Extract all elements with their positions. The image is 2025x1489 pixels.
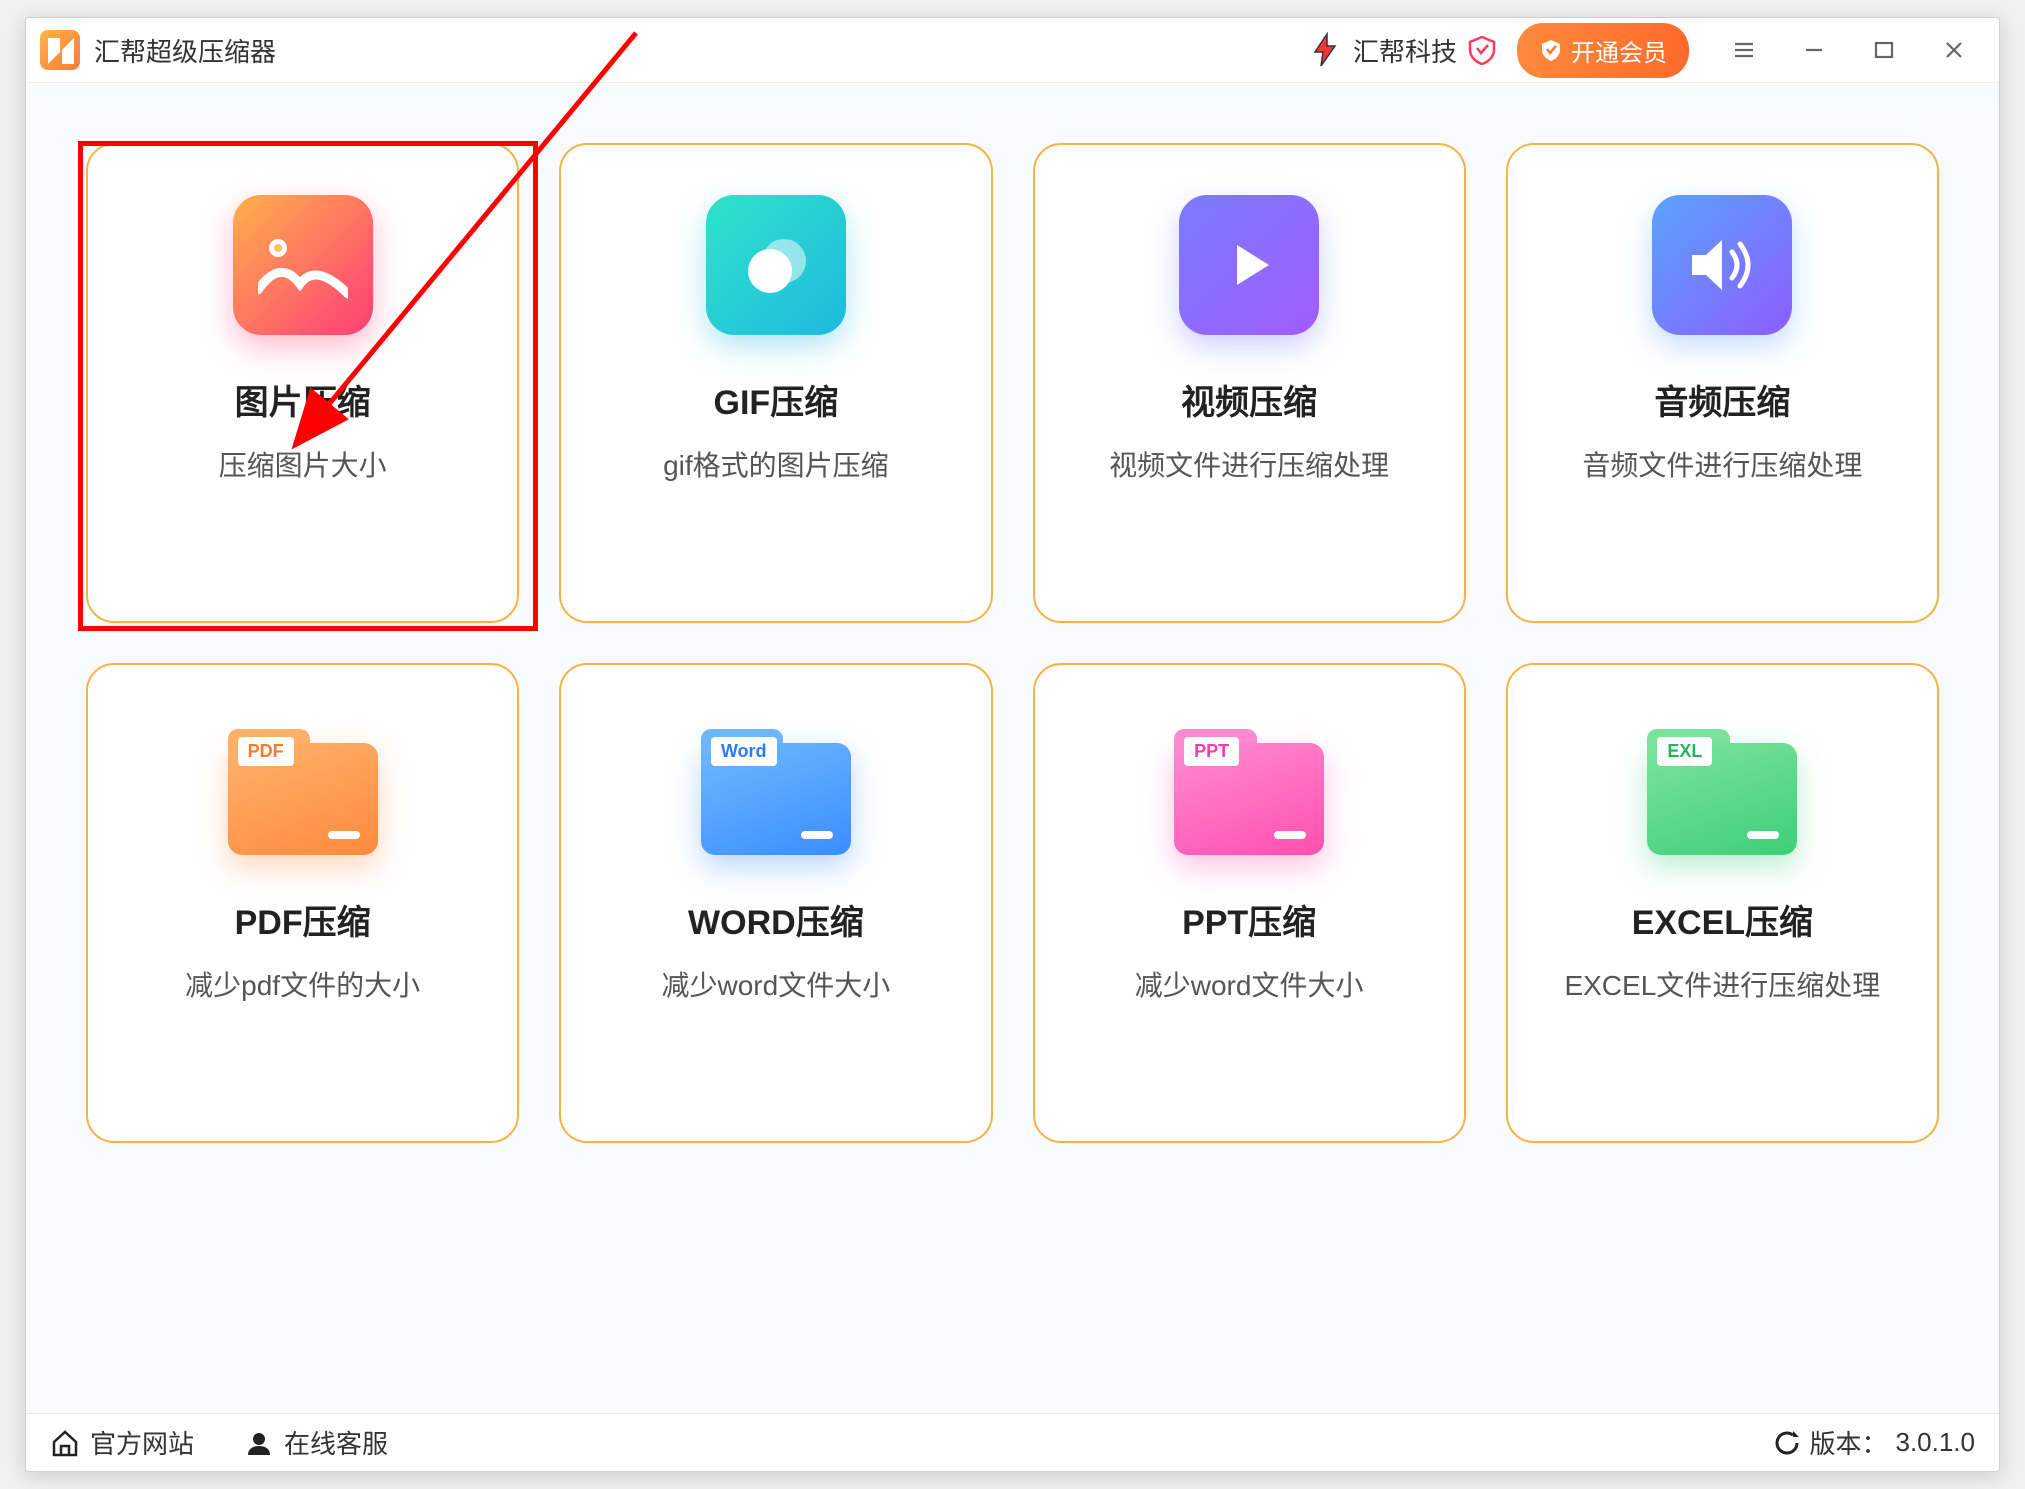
refresh-icon <box>1773 1429 1801 1457</box>
card-title: 图片压缩 <box>235 375 371 424</box>
pdf-folder-icon: PDF <box>228 715 378 855</box>
feature-cards-grid: 图片压缩 压缩图片大小 GIF压缩 gif格式的图片压缩 <box>86 143 1939 1143</box>
card-desc: 减少word文件大小 <box>1135 964 1364 1004</box>
headset-icon <box>244 1428 274 1458</box>
card-desc: gif格式的图片压缩 <box>663 444 889 484</box>
card-desc: 压缩图片大小 <box>219 444 387 484</box>
main-content: 图片压缩 压缩图片大小 GIF压缩 gif格式的图片压缩 <box>26 83 1999 1413</box>
card-title: PPT压缩 <box>1182 895 1316 944</box>
app-window: 汇帮超级压缩器 汇帮科技 开通会员 <box>25 17 2000 1472</box>
brand-text: 汇帮科技 <box>1353 32 1457 69</box>
lightning-icon <box>1307 32 1343 68</box>
titlebar: 汇帮超级压缩器 汇帮科技 开通会员 <box>26 18 1999 83</box>
minimize-button[interactable] <box>1779 25 1849 75</box>
card-audio-compress[interactable]: 音频压缩 音频文件进行压缩处理 <box>1506 143 1939 623</box>
card-excel-compress[interactable]: EXL EXCEL压缩 EXCEL文件进行压缩处理 <box>1506 663 1939 1143</box>
card-title: PDF压缩 <box>235 895 371 944</box>
close-button[interactable] <box>1919 25 1989 75</box>
version-value: 3.0.1.0 <box>1895 1427 1975 1458</box>
card-image-compress[interactable]: 图片压缩 压缩图片大小 <box>86 143 519 623</box>
ppt-folder-icon: PPT <box>1174 715 1324 855</box>
card-title: WORD压缩 <box>688 895 864 944</box>
play-icon <box>1179 195 1319 335</box>
support-label: 在线客服 <box>284 1424 388 1461</box>
menu-button[interactable] <box>1709 25 1779 75</box>
card-pdf-compress[interactable]: PDF PDF压缩 减少pdf文件的大小 <box>86 663 519 1143</box>
card-desc: 减少pdf文件的大小 <box>185 964 420 1004</box>
word-folder-icon: Word <box>701 715 851 855</box>
card-desc: 音频文件进行压缩处理 <box>1582 444 1862 484</box>
app-logo-icon <box>40 30 80 70</box>
card-title: GIF压缩 <box>714 375 839 424</box>
shield-icon <box>1467 35 1497 65</box>
app-title: 汇帮超级压缩器 <box>94 32 276 69</box>
card-desc: 减少word文件大小 <box>662 964 891 1004</box>
brand-area[interactable]: 汇帮科技 <box>1307 32 1497 69</box>
vip-button-label: 开通会员 <box>1571 33 1667 68</box>
home-icon <box>50 1428 80 1458</box>
vip-button[interactable]: 开通会员 <box>1517 23 1689 78</box>
card-desc: 视频文件进行压缩处理 <box>1109 444 1389 484</box>
card-gif-compress[interactable]: GIF压缩 gif格式的图片压缩 <box>559 143 992 623</box>
speaker-icon <box>1652 195 1792 335</box>
image-icon <box>233 195 373 335</box>
card-ppt-compress[interactable]: PPT PPT压缩 减少word文件大小 <box>1033 663 1466 1143</box>
version-label: 版本： <box>1809 1424 1887 1461</box>
maximize-button[interactable] <box>1849 25 1919 75</box>
shield-check-icon <box>1539 38 1563 62</box>
card-word-compress[interactable]: Word WORD压缩 减少word文件大小 <box>559 663 992 1143</box>
website-label: 官方网站 <box>90 1424 194 1461</box>
card-title: 视频压缩 <box>1181 375 1317 424</box>
excel-folder-icon: EXL <box>1647 715 1797 855</box>
official-website-link[interactable]: 官方网站 <box>50 1424 194 1461</box>
card-title: 音频压缩 <box>1654 375 1790 424</box>
card-video-compress[interactable]: 视频压缩 视频文件进行压缩处理 <box>1033 143 1466 623</box>
card-desc: EXCEL文件进行压缩处理 <box>1564 964 1880 1004</box>
version-info[interactable]: 版本： 3.0.1.0 <box>1773 1424 1975 1461</box>
card-title: EXCEL压缩 <box>1632 895 1813 944</box>
footer: 官方网站 在线客服 版本： 3.0.1.0 <box>26 1413 1999 1471</box>
gif-icon <box>706 195 846 335</box>
window-controls <box>1709 25 1989 75</box>
online-support-link[interactable]: 在线客服 <box>244 1424 388 1461</box>
